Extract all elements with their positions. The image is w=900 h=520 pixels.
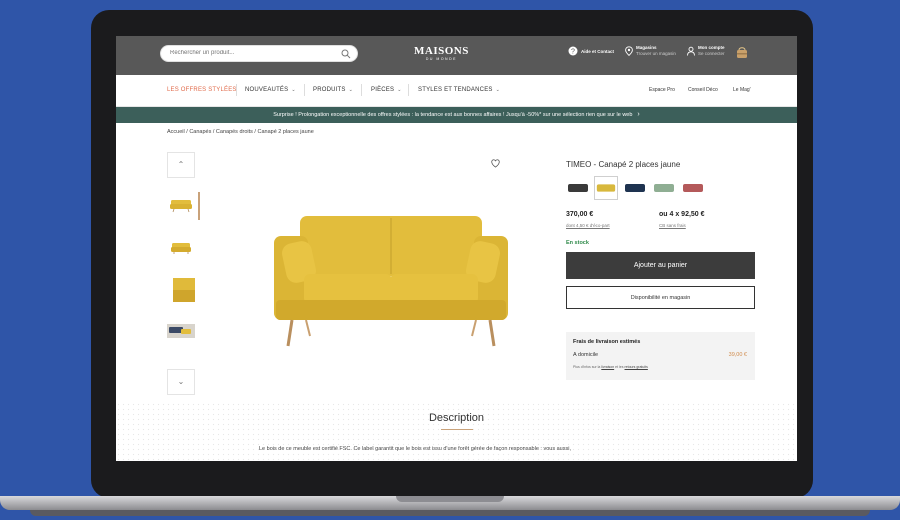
promo-text: Surprise ! Prolongation exceptionnelle d… — [273, 112, 633, 118]
promo-banner[interactable]: Surprise ! Prolongation exceptionnelle d… — [116, 107, 797, 123]
nav-divider — [361, 84, 362, 96]
swatch-fill — [654, 184, 674, 192]
description-section — [116, 402, 797, 461]
thumbnail-scroll-up-button[interactable]: ⌃ — [167, 152, 195, 178]
returns-info-link[interactable]: retours gratuits — [625, 365, 648, 369]
swatch-sage[interactable] — [652, 176, 676, 200]
swatch-dark[interactable] — [566, 176, 590, 200]
chevron-down-icon: ⌄ — [495, 87, 500, 93]
store-availability-button[interactable]: Disponibilité en magasin — [566, 286, 755, 309]
installment-price: ou 4 x 92,50 € — [659, 211, 705, 218]
delivery-price: 39,00 € — [728, 352, 747, 358]
swatch-fill — [568, 184, 588, 192]
thumbnail-scroll-down-button[interactable]: ⌄ — [167, 369, 195, 395]
browser-screen: MAISONS DU MONDE ? Aide et Contact Magas… — [116, 36, 797, 461]
cart-basket-icon[interactable] — [736, 45, 748, 59]
delivery-info-link[interactable]: livraison — [601, 365, 614, 369]
delivery-title: Frais de livraison estimés — [573, 339, 641, 345]
chevron-right-icon: › — [637, 111, 640, 118]
nav-espace-pro[interactable]: Espace Pro — [649, 87, 675, 93]
swatch-red[interactable] — [681, 176, 705, 200]
stores-link[interactable]: Magasins Trouver un magasin — [636, 45, 676, 57]
nav-item-nouveautes[interactable]: NOUVEAUTÉS ⌄ — [245, 87, 296, 93]
nav-item-produits[interactable]: PRODUITS ⌄ — [313, 87, 353, 93]
chevron-down-icon: ⌄ — [177, 377, 185, 386]
chevron-down-icon: ⌄ — [348, 87, 353, 93]
nav-le-mag[interactable]: Le Mag' — [733, 87, 751, 93]
main-nav: LES OFFRES STYLÉES NOUVEAUTÉS ⌄ PRODUITS ⌄… — [116, 75, 797, 107]
location-pin-icon[interactable] — [624, 46, 634, 56]
product-main-image[interactable] — [256, 196, 526, 366]
swatch-fill — [596, 184, 616, 192]
delivery-box: Frais de livraison estimés A domicile 39… — [566, 332, 755, 380]
nav-conseil-deco[interactable]: Conseil Déco — [688, 87, 718, 93]
account-link[interactable]: Mon compte Se connecter — [698, 45, 725, 57]
thumbnail-detail[interactable] — [167, 276, 195, 302]
chevron-up-icon: ⌃ — [177, 160, 185, 169]
svg-text:?: ? — [571, 49, 575, 56]
nav-item-pieces[interactable]: PIÈCES ⌄ — [371, 87, 402, 93]
chevron-down-icon: ⌄ — [291, 87, 296, 93]
chevron-down-icon: ⌄ — [397, 87, 402, 93]
swatch-navy[interactable] — [623, 176, 647, 200]
add-to-cart-button[interactable]: Ajouter au panier — [566, 252, 755, 279]
swatch-yellow[interactable] — [594, 176, 618, 200]
product-price: 370,00 € — [566, 211, 594, 218]
search-input[interactable] — [170, 50, 330, 56]
installment-link[interactable]: CB sans frais — [659, 223, 686, 228]
logo-subtext: DU MONDE — [425, 57, 457, 61]
thumbnail-room[interactable] — [167, 318, 195, 344]
color-swatches — [566, 176, 711, 202]
product-title: TIMEO - Canapé 2 places jaune — [566, 160, 681, 169]
nav-divider — [408, 84, 409, 96]
site-logo[interactable]: MAISONS DU MONDE — [414, 46, 469, 62]
logo-text: MAISONS — [414, 45, 469, 57]
delivery-method: A domicile — [573, 352, 599, 358]
site-header: MAISONS DU MONDE ? Aide et Contact Magas… — [116, 36, 797, 75]
thumbnail-angle[interactable] — [167, 234, 195, 260]
nav-divider — [236, 84, 237, 96]
search-box[interactable] — [160, 45, 358, 62]
stock-status: En stock — [566, 240, 589, 246]
heart-icon[interactable] — [491, 159, 500, 168]
laptop-notch — [396, 496, 504, 502]
description-text: Le bois de ce meuble est certifié FSC. C… — [259, 446, 571, 452]
description-underline — [441, 429, 473, 430]
help-icon[interactable]: ? — [568, 46, 578, 56]
thumbnail-front[interactable] — [167, 192, 195, 218]
user-icon[interactable] — [686, 46, 696, 56]
breadcrumb[interactable]: Accueil / Canapés / Canapés droits / Can… — [167, 129, 314, 135]
nav-item-offres[interactable]: LES OFFRES STYLÉES — [167, 87, 237, 93]
nav-item-styles[interactable]: STYLES ET TENDANCES ⌄ — [418, 87, 500, 93]
thumbnail-selected-indicator — [198, 192, 200, 220]
help-link[interactable]: Aide et Contact — [581, 49, 614, 55]
search-icon[interactable] — [341, 49, 351, 59]
laptop-foot — [30, 510, 870, 516]
swatch-fill — [625, 184, 645, 192]
description-title: Description — [428, 412, 485, 424]
swatch-fill — [683, 184, 703, 192]
delivery-note: Plus d'infos sur la livraison et les ret… — [573, 365, 648, 369]
eco-part-link[interactable]: dont 4,50 € d'éco-part — [566, 223, 610, 228]
nav-divider — [304, 84, 305, 96]
